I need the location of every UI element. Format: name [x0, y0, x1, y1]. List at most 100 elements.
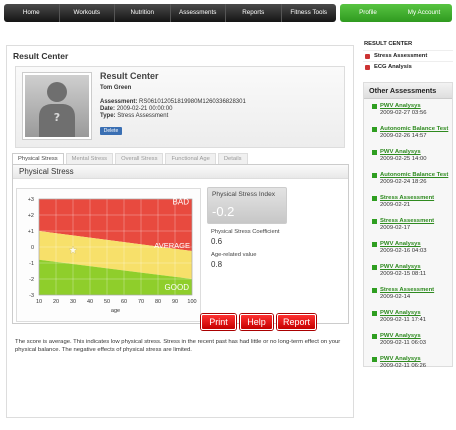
y-tick-label: -3 [29, 293, 34, 299]
assessment-date: 2009-02-17 [380, 225, 411, 231]
ecg-analysis-link[interactable]: ECG Analysis [363, 61, 453, 72]
assessment-date: 2009-02-25 14:00 [380, 156, 427, 162]
assessment-link-label: PWV Analysys [380, 241, 421, 247]
assessment-link[interactable]: PWV Analysys [372, 333, 452, 340]
age-related-label: Age-related value [211, 252, 257, 258]
assessment-link[interactable]: PWV Analysys [372, 310, 452, 317]
nav-nutrition[interactable]: Nutrition [115, 4, 171, 22]
assessment-row: Assessment: RS061012051819980M1260336828… [100, 99, 246, 105]
assessment-date: 2009-02-16 04:03 [380, 248, 427, 254]
x-tick-label: 50 [104, 299, 110, 305]
assessment-date: 2009-02-11 17:41 [380, 317, 427, 323]
age-related-value: 0.8 [211, 260, 223, 269]
stress-tabs: Physical Stress Mental Stress Overall St… [12, 153, 248, 164]
nav-profile[interactable]: Profile [340, 4, 396, 22]
assessment-link-label: Stress Assessment [380, 218, 435, 224]
arrow-bullet-icon [372, 150, 377, 155]
tab-functional-age[interactable]: Functional Age [165, 153, 216, 164]
assessment-link[interactable]: PWV Analysys [372, 149, 452, 156]
bad-zone-label: BAD [173, 198, 190, 207]
assessment-link[interactable]: PWV Analysys [372, 103, 452, 110]
assessment-link[interactable]: Autonomic Balance Test [372, 172, 452, 179]
assessment-date: 2009-02-21 [380, 202, 411, 208]
y-tick-label: -2 [29, 277, 34, 283]
assessment-link-label: PWV Analysys [380, 310, 421, 316]
nav-workouts[interactable]: Workouts [60, 4, 115, 22]
arrow-bullet-icon [372, 127, 377, 132]
stress-chart: 10 20 30 40 50 60 70 80 90 100 +3 +2 +1 0 -1 -2 -3 BAD AVE… [16, 188, 201, 322]
assessment-item: Autonomic Balance Test 2009-02-24 18:26 [372, 172, 452, 186]
assessment-item: PWV Analysys 2009-02-11 06:03 [372, 333, 452, 347]
assessment-link[interactable]: Stress Assessment [372, 287, 452, 294]
person-silhouette-icon: ? [39, 82, 75, 137]
assessment-link[interactable]: PWV Analysys [372, 264, 452, 271]
assessment-item: PWV Analysys 2009-02-27 03:56 [372, 103, 452, 117]
assessment-date: 2009-02-11 06:26 [380, 363, 427, 369]
result-center-menu: RESULT CENTER Stress Assessment ECG Anal… [363, 41, 453, 72]
nav-assessments[interactable]: Assessments [171, 4, 226, 22]
profile-name: Tom Green [100, 85, 132, 91]
assessment-item: Stress Assessment 2009-02-17 [372, 218, 452, 232]
physical-stress-index-box: Physical Stress Index -0.2 [207, 187, 287, 224]
arrow-bullet-icon [372, 357, 377, 362]
assessment-link[interactable]: Stress Assessment [372, 195, 452, 202]
assessment-link-label: PWV Analysys [380, 149, 421, 155]
assessment-link[interactable]: PWV Analysys [372, 241, 452, 248]
tab-mental-stress[interactable]: Mental Stress [65, 153, 114, 164]
tab-overall-stress[interactable]: Overall Stress [115, 153, 164, 164]
page-title: Result Center [13, 51, 69, 61]
help-button[interactable]: Help [240, 314, 273, 330]
assessment-item: Stress Assessment 2009-02-14 [372, 287, 452, 301]
type-value: Stress Assessment [117, 113, 169, 119]
physical-stress-panel: Physical Stress 10 20 30 40 50 60 70 80 90 100 +3 +… [12, 164, 349, 324]
assessment-item: PWV Analysys 2009-02-11 17:41 [372, 310, 452, 324]
profile-heading: Result Center [100, 71, 159, 81]
date-row: Date: 2009-02-21 00:00:00 [100, 106, 172, 112]
assessment-label: Assessment: [100, 99, 138, 105]
result-center-panel: Result Center ? Result Center Tom Green … [6, 45, 354, 418]
summary-text: The score is average. This indicates low… [15, 339, 341, 354]
assessment-item: Autonomic Balance Test 2009-02-26 14:57 [372, 126, 452, 140]
other-assessments-title: Other Assessments [364, 83, 452, 99]
x-axis-label: age [111, 308, 120, 314]
delete-button[interactable]: Delete [100, 127, 122, 135]
arrow-bullet-icon [372, 196, 377, 201]
print-button[interactable]: Print [201, 314, 236, 330]
assessment-link[interactable]: PWV Analysys [372, 356, 452, 363]
arrow-bullet-icon [372, 334, 377, 339]
assessment-link-label: Stress Assessment [380, 195, 435, 201]
nav-fitness-tools[interactable]: Fitness Tools [282, 4, 337, 22]
y-tick-label: +2 [28, 213, 34, 219]
nav-reports[interactable]: Reports [226, 4, 282, 22]
assessment-link-label: PWV Analysys [380, 264, 421, 270]
x-tick-label: 80 [155, 299, 161, 305]
stress-assessment-link[interactable]: Stress Assessment [363, 50, 453, 61]
physical-stress-header: Physical Stress [13, 165, 348, 179]
assessment-link[interactable]: Stress Assessment [372, 218, 452, 225]
assessment-date: 2009-02-15 08:11 [380, 271, 427, 277]
tab-physical-stress[interactable]: Physical Stress [12, 153, 64, 164]
nav-my-account[interactable]: My Account [396, 4, 452, 22]
y-tick-label: +1 [28, 229, 34, 235]
coefficient-label: Physical Stress Coefficient [211, 229, 280, 235]
average-zone-label: AVERAGE [154, 241, 190, 250]
report-button[interactable]: Report [277, 314, 316, 330]
assessment-item: PWV Analysys 2009-02-25 14:00 [372, 149, 452, 163]
x-tick-label: 20 [53, 299, 59, 305]
ecg-analysis-link-label: ECG Analysis [374, 64, 412, 70]
assessment-date: 2009-02-26 14:57 [380, 133, 427, 139]
good-zone-label: GOOD [165, 283, 190, 292]
type-row: Type: Stress Assessment [100, 113, 168, 119]
x-tick-label: 10 [36, 299, 42, 305]
arrow-bullet-icon [372, 288, 377, 293]
account-nav: Profile My Account [340, 4, 452, 22]
tab-details[interactable]: Details [217, 153, 248, 164]
arrow-bullet-icon [372, 104, 377, 109]
assessment-link-label: PWV Analysys [380, 103, 421, 109]
assessment-item: PWV Analysys 2009-02-11 06:26 [372, 356, 452, 370]
nav-home[interactable]: Home [4, 4, 60, 22]
physical-stress-index-label: Physical Stress Index [212, 191, 276, 198]
y-tick-label: +3 [28, 197, 34, 203]
assessment-date: 2009-02-27 03:56 [380, 110, 427, 116]
assessment-link[interactable]: Autonomic Balance Test [372, 126, 452, 133]
